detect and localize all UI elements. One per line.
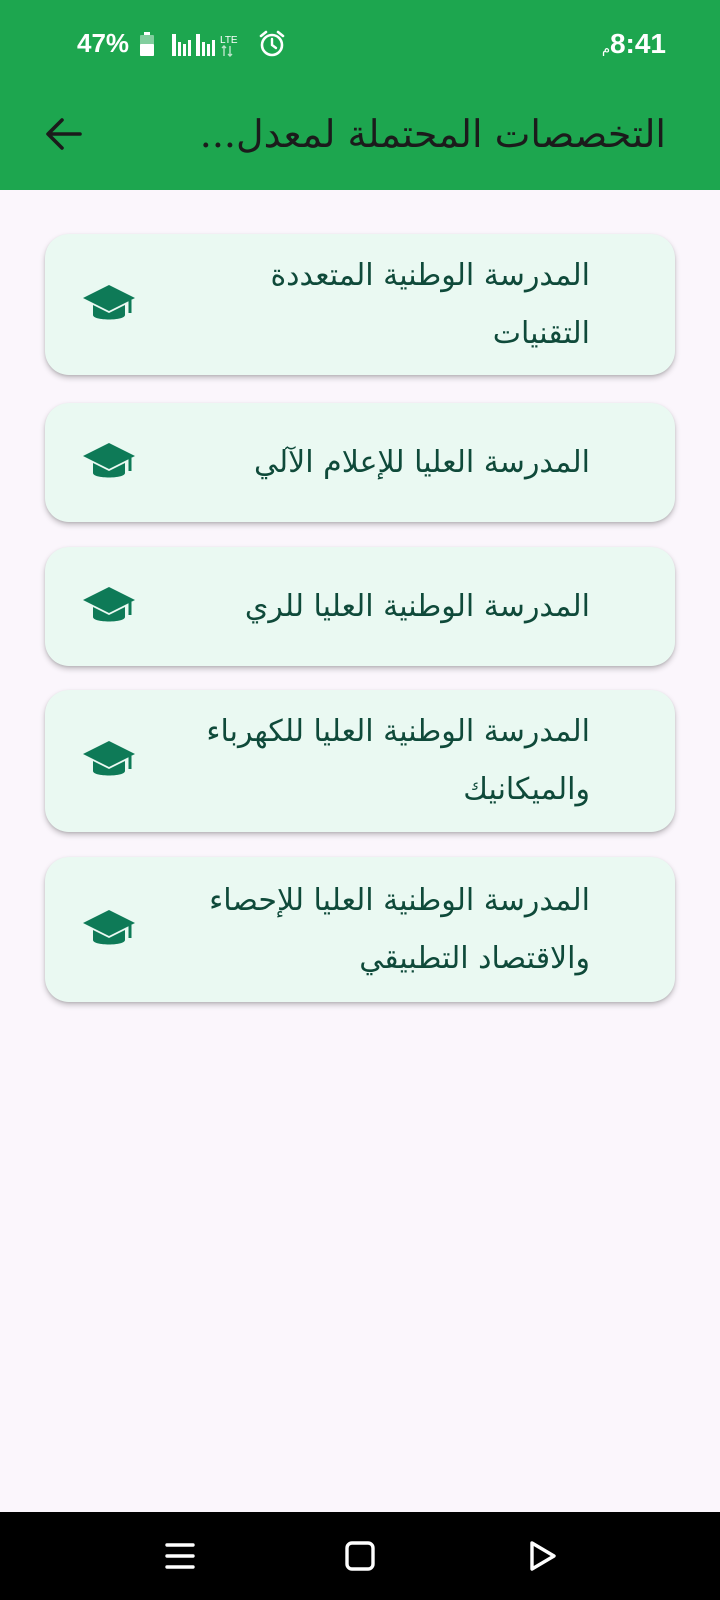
ampm-label: م bbox=[601, 42, 610, 57]
school-name: المدرسة العليا للإعلام الآلي bbox=[254, 444, 590, 480]
network-type-label: LTE bbox=[220, 35, 238, 46]
page-title: التخصصات المحتملة لمعدل... bbox=[199, 112, 666, 156]
home-button[interactable] bbox=[338, 1534, 382, 1578]
arrow-back-icon bbox=[46, 118, 82, 150]
alarm-icon bbox=[258, 30, 286, 62]
school-name: المدرسة الوطنية العليا للإحصاء والاقتصاد… bbox=[209, 882, 590, 976]
list-item-school[interactable]: المدرسة العليا للإعلام الآلي bbox=[45, 403, 675, 522]
graduation-cap-icon bbox=[83, 586, 135, 621]
list-item-school[interactable]: المدرسة الوطنية العليا للإحصاء والاقتصاد… bbox=[45, 857, 675, 1002]
menu-lines-icon bbox=[165, 1543, 195, 1569]
system-navigation-bar bbox=[0, 1512, 720, 1600]
list-item-school[interactable]: المدرسة الوطنية العليا للري bbox=[45, 547, 675, 666]
clock: 8:41 bbox=[609, 28, 666, 59]
back-button[interactable] bbox=[36, 106, 92, 162]
school-name: المدرسة الوطنية العليا للكهرباء والميكان… bbox=[206, 714, 590, 807]
back-triangle-icon bbox=[530, 1541, 556, 1571]
school-name: المدرسة الوطنية المتعددة التقنيات bbox=[270, 257, 590, 351]
back-nav-button[interactable] bbox=[520, 1534, 564, 1578]
graduation-cap-icon bbox=[83, 741, 135, 776]
battery-percentage: 47% bbox=[77, 28, 130, 58]
battery-icon bbox=[140, 32, 154, 60]
status-bar: 47% LTE م 8:41 bbox=[0, 0, 720, 90]
app-bar: التخصصات المحتملة لمعدل... bbox=[0, 90, 720, 190]
graduation-cap-icon bbox=[83, 909, 135, 944]
home-square-icon bbox=[345, 1541, 375, 1571]
list-item-school[interactable]: المدرسة الوطنية المتعددة التقنيات bbox=[45, 234, 675, 375]
graduation-cap-icon bbox=[83, 284, 135, 319]
graduation-cap-icon bbox=[83, 442, 135, 477]
signal-strength-icon: LTE bbox=[172, 34, 244, 62]
school-name: المدرسة الوطنية العليا للري bbox=[244, 588, 590, 624]
list-item-school[interactable]: المدرسة الوطنية العليا للكهرباء والميكان… bbox=[45, 690, 675, 832]
recent-apps-button[interactable] bbox=[158, 1534, 202, 1578]
